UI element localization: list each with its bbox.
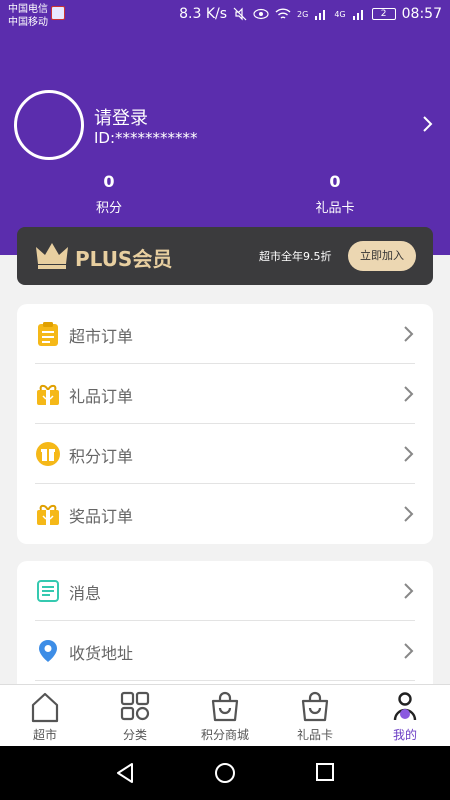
points-value: 0 bbox=[103, 172, 115, 191]
tab-label: 分类 bbox=[122, 728, 147, 742]
menu-item-supermarket-orders[interactable]: 超市订单 bbox=[17, 304, 433, 364]
plus-title: PLUS会员 bbox=[75, 247, 173, 271]
chevron-right-icon[interactable] bbox=[418, 112, 438, 136]
plus-membership-banner[interactable]: PLUS会员 超市全年9.5折 立即加入 bbox=[17, 227, 433, 285]
back-icon[interactable] bbox=[114, 762, 136, 784]
chevron-right-icon bbox=[404, 583, 414, 599]
plus-promo: 超市全年9.5折 bbox=[259, 250, 332, 263]
gift-box-icon bbox=[37, 384, 59, 405]
tab-gift-card[interactable]: 礼品卡 bbox=[270, 685, 360, 747]
menu-label: 收货地址 bbox=[69, 644, 134, 663]
chevron-right-icon bbox=[404, 386, 414, 402]
carrier-1: 中国电信 bbox=[8, 4, 48, 15]
tab-mine[interactable]: 我的 bbox=[360, 685, 450, 747]
chevron-right-icon bbox=[404, 643, 414, 659]
signal-icon bbox=[315, 10, 326, 20]
menu-label: 礼品订单 bbox=[69, 387, 134, 406]
prize-box-icon bbox=[37, 504, 59, 525]
recent-apps-icon[interactable] bbox=[315, 762, 335, 782]
carrier-logo-icon bbox=[51, 6, 65, 20]
chevron-right-icon bbox=[404, 446, 414, 462]
avatar[interactable] bbox=[14, 90, 84, 160]
menu-label: 超市订单 bbox=[69, 327, 134, 346]
signal-icon bbox=[352, 10, 363, 20]
user-id: ID:*********** bbox=[94, 129, 198, 147]
system-navigation-bar bbox=[0, 746, 450, 800]
menu-item-gift-orders[interactable]: 礼品订单 bbox=[17, 364, 433, 424]
order-menu: 超市订单 礼品订单 积分订单 奖品订单 bbox=[17, 304, 433, 544]
menu-item-points-orders[interactable]: 积分订单 bbox=[17, 424, 433, 484]
tab-supermarket[interactable]: 超市 bbox=[0, 685, 90, 747]
service-menu: 消息 收货地址 bbox=[17, 561, 433, 701]
login-prompt[interactable]: 请登录 bbox=[94, 104, 148, 130]
mute-icon bbox=[233, 7, 247, 21]
tab-label: 我的 bbox=[392, 728, 417, 742]
message-icon bbox=[37, 580, 59, 602]
shopping-bag-icon bbox=[301, 691, 329, 722]
clock: 08:57 bbox=[401, 6, 442, 22]
join-plus-button[interactable]: 立即加入 bbox=[348, 241, 416, 271]
giftcard-label: 礼品卡 bbox=[315, 201, 355, 216]
battery-icon: 2 bbox=[371, 8, 396, 20]
network-type-1: 2G bbox=[297, 9, 309, 19]
gift-icon bbox=[36, 442, 60, 466]
giftcard-stat[interactable]: 0 礼品卡 bbox=[275, 172, 395, 216]
tab-label: 积分商城 bbox=[200, 728, 249, 742]
tab-label: 礼品卡 bbox=[296, 728, 333, 742]
network-type-2: 4G bbox=[334, 9, 346, 19]
menu-label: 积分订单 bbox=[69, 447, 134, 466]
status-indicators: 8.3 K/s 2G 4G 2 08:57 bbox=[179, 6, 442, 22]
shopping-bag-icon bbox=[211, 691, 239, 722]
clipboard-icon bbox=[38, 322, 58, 346]
location-icon bbox=[39, 640, 57, 662]
bottom-navigation: 超市 分类 积分商城 礼品卡 我的 bbox=[0, 684, 450, 746]
wifi-icon bbox=[275, 7, 291, 19]
network-speed: 8.3 K/s bbox=[179, 6, 228, 22]
status-bar: 中国电信 中国移动 8.3 K/s 2G 4G 2 08:57 bbox=[0, 0, 450, 32]
menu-item-prize-orders[interactable]: 奖品订单 bbox=[17, 484, 433, 544]
profile-icon bbox=[393, 692, 417, 721]
chevron-right-icon bbox=[404, 326, 414, 342]
carrier-2: 中国移动 bbox=[8, 17, 48, 28]
carrier-info: 中国电信 中国移动 bbox=[8, 3, 48, 29]
tab-category[interactable]: 分类 bbox=[90, 685, 180, 747]
category-icon bbox=[120, 691, 150, 721]
eye-icon bbox=[253, 8, 269, 20]
points-label: 积分 bbox=[95, 201, 122, 216]
chevron-right-icon bbox=[404, 506, 414, 522]
menu-label: 奖品订单 bbox=[69, 507, 134, 526]
menu-item-shipping-address[interactable]: 收货地址 bbox=[17, 621, 433, 681]
crown-icon bbox=[36, 243, 68, 269]
points-stat[interactable]: 0 积分 bbox=[49, 172, 169, 216]
giftcard-value: 0 bbox=[329, 172, 341, 191]
home-icon bbox=[31, 692, 59, 723]
menu-item-messages[interactable]: 消息 bbox=[17, 561, 433, 621]
divider bbox=[35, 680, 415, 681]
tab-points-mall[interactable]: 积分商城 bbox=[180, 685, 270, 747]
home-button-icon[interactable] bbox=[214, 762, 236, 784]
menu-label: 消息 bbox=[69, 584, 102, 603]
tab-label: 超市 bbox=[32, 728, 57, 742]
